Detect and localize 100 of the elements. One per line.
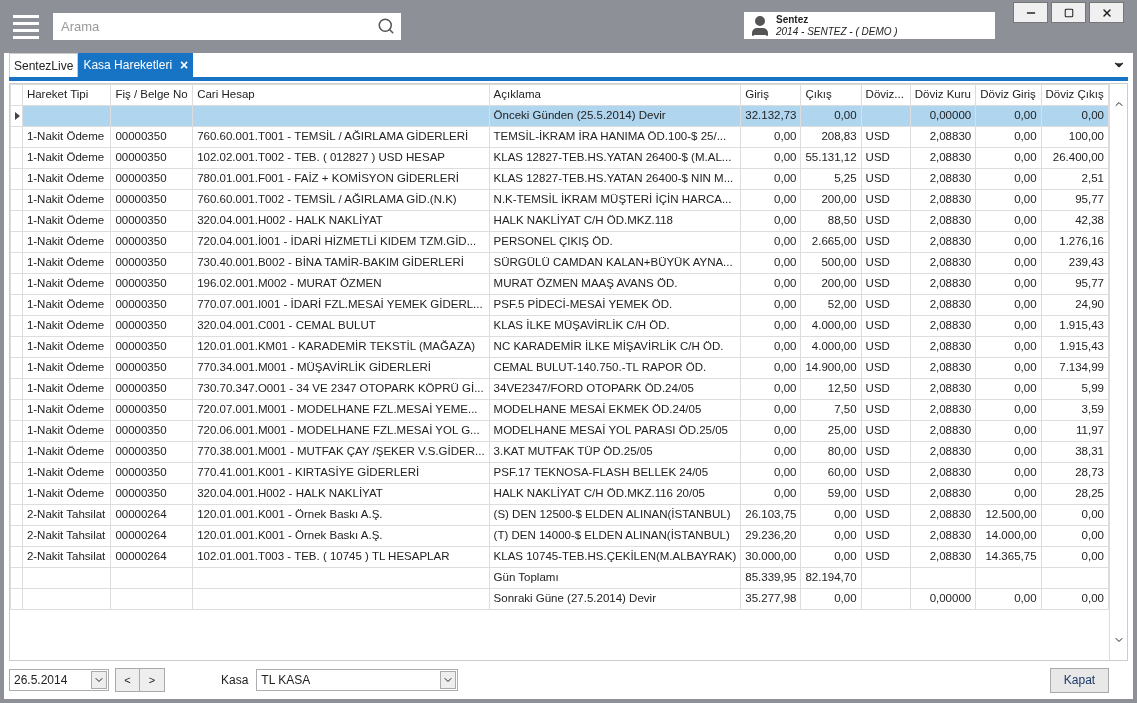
table-cell: 1-Nakit Ödeme <box>26 487 105 500</box>
table-cell: 0,00 <box>774 382 797 395</box>
table-cell: 0,00000 <box>929 592 972 605</box>
table-cell: 11,97 <box>1076 424 1104 437</box>
user-card[interactable]: Sentez 2014 - SENTEZ - ( DEMO ) <box>744 12 995 39</box>
table-cell: 770.38.001.M001 - MUTFAK ÇAY /ŞEKER V.S.GİDER... <box>197 445 485 458</box>
table-cell: 760.60.001.T002 - TEMSİL / AĞIRLAMA GİD.(N.K) <box>197 193 457 206</box>
table-cell: 196.02.001.M002 - MURAT ÖZMEN <box>197 277 382 290</box>
table-cell: 0,00 <box>1014 193 1037 206</box>
table-cell: NC KARADEMİR İLKE MİŞAVİRLİK C/H ÖD. <box>493 340 724 353</box>
table-cell: 2,08830 <box>929 277 972 290</box>
table-cell: HALK NAKLİYAT C/H ÖD.MKZ.116 20/05 <box>493 487 705 500</box>
table-cell: 55.131,12 <box>805 151 857 164</box>
table-cell: 1-Nakit Ödeme <box>26 130 105 143</box>
table-cell: USD <box>865 214 890 227</box>
table-cell: 0,00 <box>1014 277 1037 290</box>
table-cell: 32.132,73 <box>745 109 797 122</box>
close-button[interactable] <box>1089 2 1124 23</box>
table-cell: 1-Nakit Ödeme <box>26 403 105 416</box>
table-cell: 00000350 <box>115 487 167 500</box>
table-cell: 0,00 <box>774 445 797 458</box>
table-cell: 0,00 <box>1014 130 1037 143</box>
table-cell: 2,08830 <box>929 445 972 458</box>
table-cell: Gün Toplamı <box>493 571 559 584</box>
table-cell: 0,00 <box>1014 445 1037 458</box>
table-cell: 35.277,98 <box>745 592 797 605</box>
table-cell: 1.915,43 <box>1059 340 1104 353</box>
table-cell: 30.000,00 <box>745 550 797 563</box>
column-header[interactable]: Hareket Tipi <box>22 84 111 106</box>
table-cell: 2,08830 <box>929 487 972 500</box>
table-cell: MODELHANE MESAİ YOL PARASI ÖD.25/05 <box>493 424 728 437</box>
table-cell: 0,00 <box>774 298 797 311</box>
column-header[interactable]: Cari Hesap <box>192 84 490 106</box>
table-cell: 00000350 <box>115 277 167 290</box>
column-header[interactable]: Döviz Çıkış <box>1041 84 1109 106</box>
table-cell: 00000350 <box>115 403 167 416</box>
table-cell: 720.04.001.İ001 - İDARİ HİZMETLİ KIDEM TZM.GİD... <box>197 235 477 248</box>
table-cell: TEMSİL-İKRAM İRA HANIMA ÖD.100-$ 25/... <box>493 130 727 143</box>
table-cell: 12.500,00 <box>985 508 1037 521</box>
table-cell: 2-Nakit Tahsilat <box>26 529 106 542</box>
table-cell: 0,00 <box>774 403 797 416</box>
table-cell: 0,00 <box>1014 424 1037 437</box>
column-header[interactable]: Fiş / Belge No <box>110 84 193 106</box>
table-cell: 00000350 <box>115 151 167 164</box>
table-cell: CEMAL BULUT-140.750.-TL RAPOR ÖD. <box>493 361 707 374</box>
table-cell: USD <box>865 508 890 521</box>
table-cell: 0,00 <box>1081 592 1104 605</box>
table-cell: 4.000,00 <box>811 340 857 353</box>
kasa-field[interactable]: TL KASA <box>256 669 459 691</box>
table-cell: 0,00 <box>1081 109 1104 122</box>
column-header[interactable]: Döviz... <box>861 84 911 106</box>
table-cell: USD <box>865 340 890 353</box>
table-cell: 5,99 <box>1081 382 1104 395</box>
column-header[interactable]: Döviz Giriş <box>975 84 1042 106</box>
tab-close-button[interactable]: × <box>180 58 189 72</box>
table-cell: 1-Nakit Ödeme <box>26 298 105 311</box>
table-cell: 3,59 <box>1081 403 1104 416</box>
table-cell: 1-Nakit Ödeme <box>26 445 105 458</box>
user-name: Sentez <box>776 13 810 26</box>
column-header[interactable]: Çıkış <box>800 84 862 106</box>
table-cell: KLAS 10745-TEB.HS.ÇEKİLEN(M.ALBAYRAK) <box>493 550 737 563</box>
tab[interactable]: Kasa Hareketleri × <box>78 53 194 77</box>
table-cell: 25,00 <box>827 424 857 437</box>
dropdown-icon <box>91 671 107 689</box>
date-field[interactable]: 26.5.2014 <box>9 669 109 691</box>
table-cell: (T) DEN 14000-$ ELDEN ALINAN(İSTANBUL) <box>493 529 730 542</box>
previous-button[interactable]: < <box>115 668 140 692</box>
table-cell: 00000350 <box>115 466 167 479</box>
table-cell: 14.900,00 <box>805 361 857 374</box>
minimize-button[interactable] <box>1013 2 1048 23</box>
table-cell: 0,00 <box>1014 403 1037 416</box>
column-header[interactable]: Giriş <box>740 84 801 106</box>
table-cell: 0,00 <box>1014 214 1037 227</box>
close-window-button[interactable]: Kapat <box>1050 667 1109 693</box>
table-cell: 730.70.347.O001 - 34 VE 2347 OTOPARK KÖPRÜ Gİ... <box>197 382 484 395</box>
column-header[interactable]: Döviz Kuru <box>910 84 976 106</box>
table-cell: 0,00 <box>774 361 797 374</box>
next-button[interactable]: > <box>140 668 165 692</box>
table-cell: 7.134,99 <box>1059 361 1104 374</box>
table-cell: 1-Nakit Ödeme <box>26 466 105 479</box>
table-cell: 14.000,00 <box>985 529 1037 542</box>
search-icon[interactable] <box>377 17 395 35</box>
maximize-button[interactable] <box>1051 2 1086 23</box>
search-field[interactable]: Arama <box>53 13 401 40</box>
column-header[interactable]: Açıklama <box>489 84 741 106</box>
table-cell: (S) DEN 12500-$ ELDEN ALINAN(İSTANBUL) <box>493 508 731 521</box>
menu-icon[interactable] <box>13 14 39 39</box>
table-cell: 0,00 <box>1014 487 1037 500</box>
table-cell: 0,00 <box>774 235 797 248</box>
table-cell: 82.194,70 <box>805 571 857 584</box>
table-cell: 28,73 <box>1075 466 1104 479</box>
table-cell: 320.04.001.C001 - CEMAL BULUT <box>197 319 376 332</box>
table-cell: 0,00 <box>1014 340 1037 353</box>
table-cell: 2,08830 <box>929 193 972 206</box>
table-cell: 0,00 <box>774 424 797 437</box>
table-cell: 0,00 <box>774 151 797 164</box>
table-cell: 0,00 <box>1014 298 1037 311</box>
table-cell: 0,00 <box>834 592 857 605</box>
table-cell: USD <box>865 361 890 374</box>
table-cell: 3.KAT MUTFAK TÜP ÖD.25/05 <box>493 445 653 458</box>
